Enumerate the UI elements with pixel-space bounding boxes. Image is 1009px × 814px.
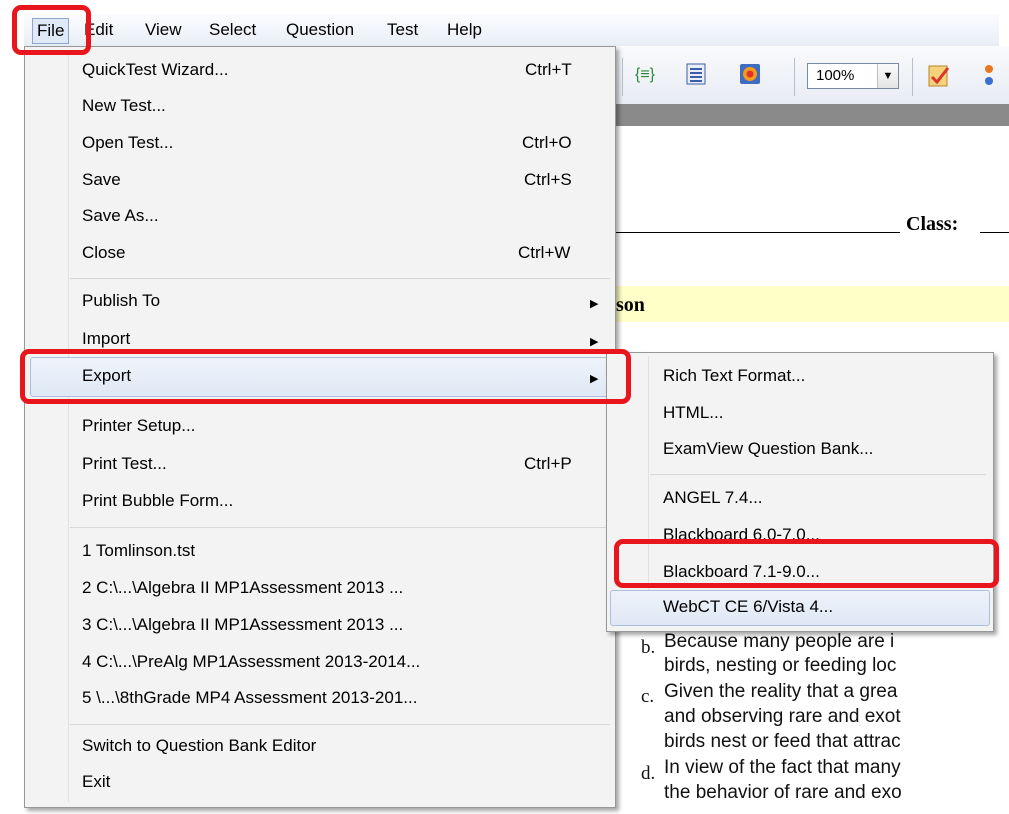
recent-file-item[interactable]: 5 \...\8thGrade MP4 Assessment 2013-201.… bbox=[82, 688, 417, 708]
annotation-box-file bbox=[12, 5, 91, 55]
menu-separator bbox=[70, 278, 610, 279]
menu-item-open-test[interactable]: Open Test... bbox=[82, 133, 173, 153]
menu-item-save-as[interactable]: Save As... bbox=[82, 206, 159, 226]
answer-line: In view of the fact that many bbox=[664, 757, 901, 778]
shortcut-ctrl-o: Ctrl+O bbox=[522, 133, 572, 152]
annotation-box-blackboard bbox=[614, 539, 999, 588]
shortcut-ctrl-p: Ctrl+P bbox=[524, 454, 572, 473]
submenu-arrow-icon: ▶ bbox=[590, 336, 599, 348]
answer-line: birds nest or feed that attrac bbox=[664, 731, 901, 752]
recent-file-item[interactable]: 1 Tomlinson.tst bbox=[82, 541, 195, 561]
toolbar-separator bbox=[912, 58, 913, 96]
answer-letter: c. bbox=[641, 686, 655, 707]
list-view-icon[interactable] bbox=[684, 63, 708, 87]
name-underline bbox=[614, 232, 900, 233]
menu-item-close[interactable]: Close bbox=[82, 243, 125, 263]
class-label: Class: bbox=[906, 213, 959, 235]
menu-item-new-test[interactable]: New Test... bbox=[82, 96, 166, 116]
recent-file-item[interactable]: 2 C:\...\Algebra II MP1Assessment 2013 .… bbox=[82, 578, 403, 598]
menu-test[interactable]: Test bbox=[383, 18, 422, 42]
submenu-arrow-icon: ▶ bbox=[590, 298, 599, 310]
menu-item-import[interactable]: Import bbox=[82, 329, 130, 349]
annotation-box-export bbox=[20, 349, 631, 404]
chevron-down-icon[interactable]: ▼ bbox=[877, 64, 898, 88]
export-examview-question-bank[interactable]: ExamView Question Bank... bbox=[663, 439, 873, 459]
equation-icon[interactable]: {≡} bbox=[633, 63, 657, 87]
export-angel[interactable]: ANGEL 7.4... bbox=[663, 488, 763, 508]
answer-letter: d. bbox=[641, 763, 656, 784]
shortcut-ctrl-s: Ctrl+S bbox=[524, 170, 572, 189]
menu-item-printer-setup[interactable]: Printer Setup... bbox=[82, 416, 195, 436]
menu-question[interactable]: Question bbox=[282, 18, 358, 42]
recent-file-item[interactable]: 4 C:\...\PreAlg MP1Assessment 2013-2014.… bbox=[82, 652, 420, 672]
answer-line: Given the reality that a grea bbox=[664, 681, 898, 702]
grade-check-icon[interactable] bbox=[926, 63, 950, 87]
ruler-bar bbox=[610, 104, 1009, 126]
export-rich-text-format[interactable]: Rich Text Format... bbox=[663, 366, 805, 386]
answer-line: and observing rare and exot bbox=[664, 706, 901, 727]
menu-item-quicktest-wizard[interactable]: QuickTest Wizard... bbox=[82, 60, 228, 80]
shortcut-ctrl-w: Ctrl+W bbox=[518, 243, 571, 262]
menu-item-switch-to-question-bank-editor[interactable]: Switch to Question Bank Editor bbox=[82, 736, 316, 756]
answer-line: Because many people are i bbox=[664, 631, 895, 652]
menu-item-print-test[interactable]: Print Test... bbox=[82, 454, 167, 474]
menu-gutter-divider bbox=[68, 50, 69, 802]
answer-line: the behavior of rare and exo bbox=[664, 782, 902, 803]
class-underline bbox=[980, 232, 1009, 233]
answer-letter: b. bbox=[641, 637, 656, 658]
menu-item-publish-to[interactable]: Publish To bbox=[82, 291, 160, 311]
toolbar-separator bbox=[794, 58, 795, 96]
lesson-title-band bbox=[610, 286, 1009, 322]
lesson-title: son bbox=[616, 294, 645, 316]
menu-view[interactable]: View bbox=[141, 18, 186, 42]
menu-select[interactable]: Select bbox=[205, 18, 260, 42]
export-html[interactable]: HTML... bbox=[663, 403, 723, 423]
recent-file-item[interactable]: 3 C:\...\Algebra II MP1Assessment 2013 .… bbox=[82, 615, 403, 635]
menu-item-save[interactable]: Save bbox=[82, 170, 121, 190]
shortcut-ctrl-t: Ctrl+T bbox=[525, 60, 572, 79]
menu-item-print-bubble-form[interactable]: Print Bubble Form... bbox=[82, 491, 233, 511]
menu-help[interactable]: Help bbox=[443, 18, 486, 42]
zoom-select[interactable]: 100% ▼ bbox=[807, 63, 899, 89]
zoom-value: 100% bbox=[816, 67, 855, 84]
answer-line: birds, nesting or feeding loc bbox=[664, 655, 897, 676]
menu-separator bbox=[70, 527, 610, 528]
menu-separator bbox=[70, 724, 610, 725]
color-wheel-icon[interactable] bbox=[738, 63, 762, 87]
export-webct[interactable]: WebCT CE 6/Vista 4... bbox=[663, 597, 833, 617]
menu-item-exit[interactable]: Exit bbox=[82, 772, 110, 792]
toolbar-separator bbox=[622, 58, 623, 96]
submenu-separator bbox=[650, 474, 986, 475]
palette-icon[interactable] bbox=[981, 63, 1001, 87]
